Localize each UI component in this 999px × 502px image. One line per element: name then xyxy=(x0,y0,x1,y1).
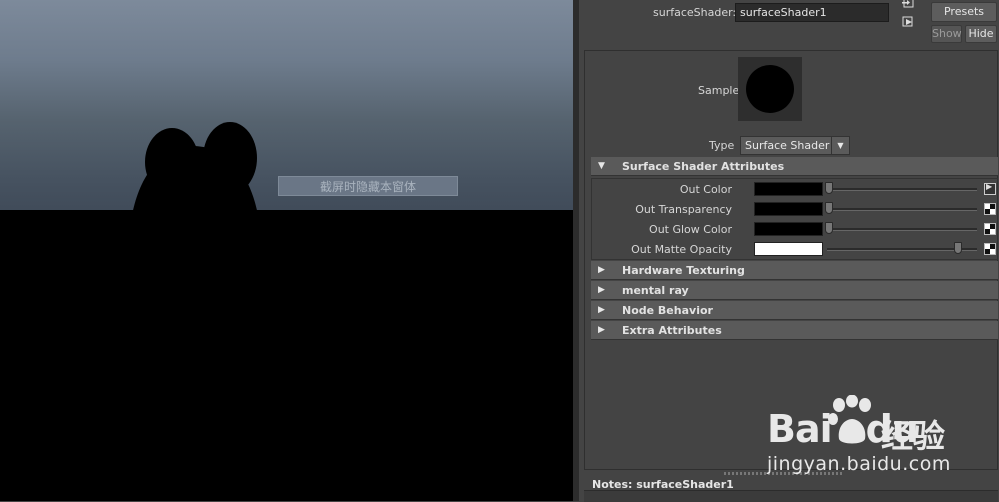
section-title: Node Behavior xyxy=(622,304,713,317)
out-transparency-swatch[interactable] xyxy=(754,202,823,216)
presets-button[interactable]: Presets xyxy=(931,2,997,22)
out-glow-color-swatch[interactable] xyxy=(754,222,823,236)
out-transparency-slider-thumb[interactable] xyxy=(825,202,833,214)
out-color-slider-thumb[interactable] xyxy=(825,182,833,194)
out-glow-color-slider[interactable] xyxy=(827,228,977,231)
section-mental-ray[interactable]: ▶ mental ray xyxy=(591,281,998,300)
hide-window-button[interactable]: 截屏时隐藏本窗体 xyxy=(278,176,458,196)
section-surface-shader-attributes[interactable]: ▼ Surface Shader Attributes xyxy=(591,157,998,176)
attr-label-out-color: Out Color xyxy=(679,183,732,196)
collapsed-triangle-icon: ▶ xyxy=(598,305,605,315)
sample-sphere xyxy=(746,65,794,113)
section-title: mental ray xyxy=(622,284,689,297)
type-dropdown[interactable]: Surface Shader ▼ xyxy=(740,136,850,155)
out-matte-opacity-map-icon[interactable] xyxy=(984,243,996,255)
out-color-connection-icon[interactable] xyxy=(984,182,996,195)
node-type-label: surfaceShader: xyxy=(653,6,737,19)
attr-label-out-glow-color: Out Glow Color xyxy=(649,223,732,236)
dropdown-arrow-icon: ▼ xyxy=(831,137,849,154)
section-title: Hardware Texturing xyxy=(622,264,745,277)
collapsed-triangle-icon: ▶ xyxy=(598,325,605,335)
hide-button[interactable]: Hide xyxy=(965,25,997,43)
ground-plane xyxy=(0,210,573,501)
section-hardware-texturing[interactable]: ▶ Hardware Texturing xyxy=(591,261,998,280)
attr-label-out-matte-opacity: Out Matte Opacity xyxy=(631,243,732,256)
out-color-slider[interactable] xyxy=(827,188,977,191)
collapsed-triangle-icon: ▶ xyxy=(598,265,605,275)
out-transparency-slider[interactable] xyxy=(827,208,977,211)
focus-input-icon[interactable] xyxy=(901,0,915,11)
node-name-field[interactable]: surfaceShader1 xyxy=(735,3,889,22)
baidu-jingyan-watermark: Bai du 经验 jingyan.baidu.com xyxy=(767,395,987,480)
out-matte-opacity-slider-thumb[interactable] xyxy=(954,242,962,254)
expanded-triangle-icon: ▼ xyxy=(598,161,605,171)
type-value: Surface Shader xyxy=(745,139,830,152)
sample-swatch[interactable] xyxy=(738,57,802,121)
sample-label: Sample xyxy=(698,84,740,97)
focus-output-icon[interactable] xyxy=(901,15,915,29)
out-color-swatch[interactable] xyxy=(754,182,823,196)
out-glow-color-slider-thumb[interactable] xyxy=(825,222,833,234)
attr-label-out-transparency: Out Transparency xyxy=(635,203,732,216)
paw-icon xyxy=(828,395,871,444)
out-glow-color-map-icon[interactable] xyxy=(984,223,996,235)
section-node-behavior[interactable]: ▶ Node Behavior xyxy=(591,301,998,320)
collapsed-triangle-icon: ▶ xyxy=(598,285,605,295)
section-extra-attributes[interactable]: ▶ Extra Attributes xyxy=(591,321,998,340)
surface-shader-attributes-body: Out Color Out Transparency Out Glow Colo… xyxy=(591,178,998,260)
section-title: Extra Attributes xyxy=(622,324,722,337)
watermark-product: 经验 xyxy=(881,417,946,455)
show-button[interactable]: Show xyxy=(931,25,962,43)
viewport-panel[interactable]: 截屏时隐藏本窗体 xyxy=(0,0,573,501)
out-transparency-map-icon[interactable] xyxy=(984,203,996,215)
notes-field[interactable] xyxy=(584,490,998,502)
section-title: Surface Shader Attributes xyxy=(622,160,785,173)
out-matte-opacity-swatch[interactable] xyxy=(754,242,823,256)
watermark-url: jingyan.baidu.com xyxy=(767,453,951,475)
type-label: Type xyxy=(709,139,735,152)
